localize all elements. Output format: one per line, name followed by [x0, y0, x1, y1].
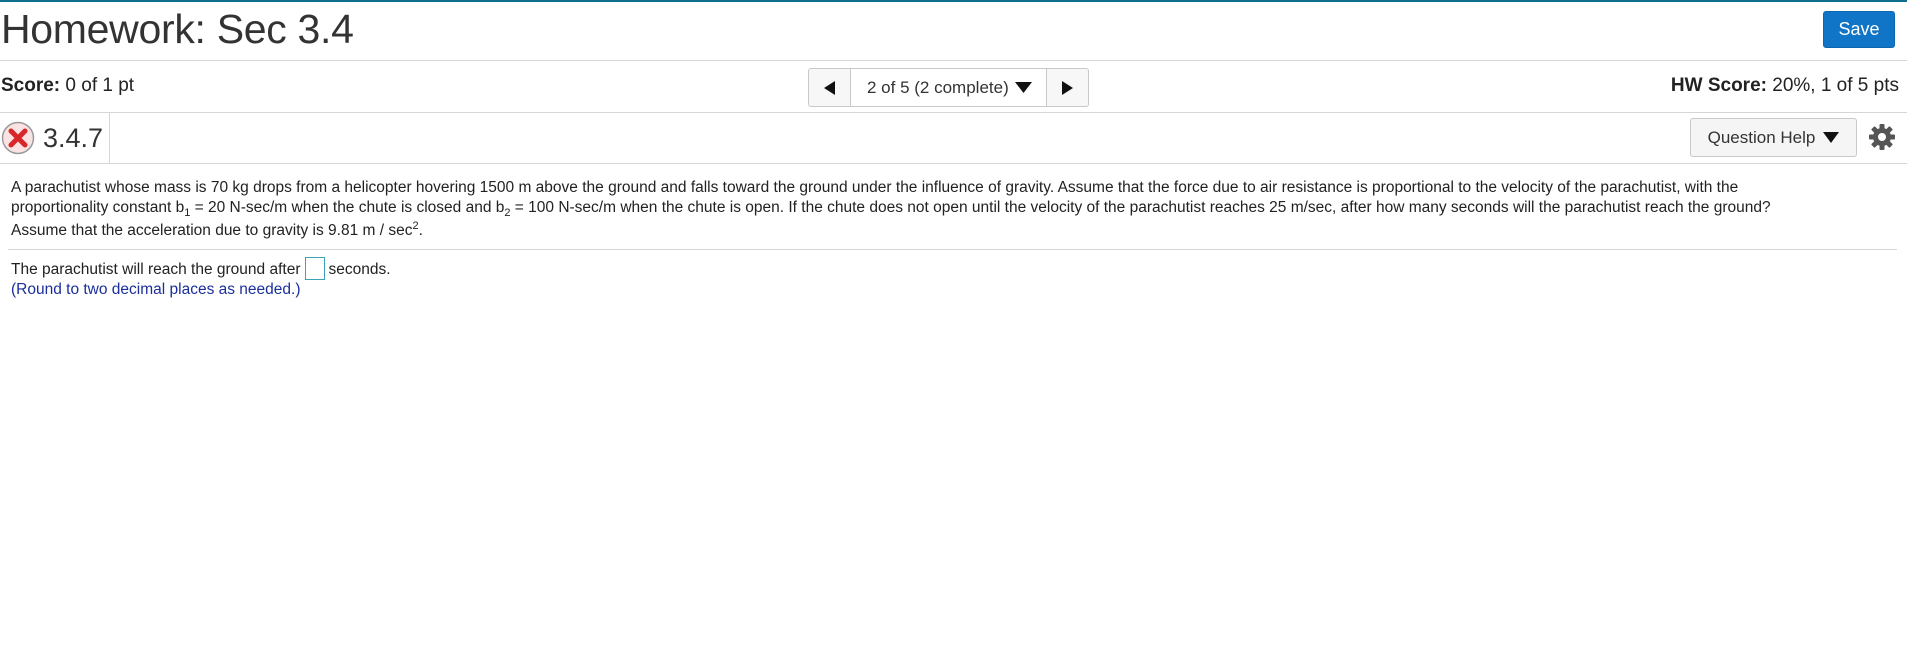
score-bar: Score: 0 of 1 pt 2 of 5 (2 complete) HW …: [0, 61, 1907, 113]
question-bar: 3.4.7 Question Help: [0, 113, 1907, 164]
question-text-segment: Assume that the acceleration due to grav…: [11, 222, 413, 239]
previous-question-button[interactable]: [809, 69, 851, 106]
question-text-segment: proportionality constant b: [11, 199, 185, 216]
question-position-label: 2 of 5 (2 complete): [867, 77, 1009, 97]
question-line: proportionality constant b1 = 20 N-sec/m…: [11, 198, 1897, 219]
question-text-segment: = 100 N-sec/m when the chute is open. If…: [510, 199, 1771, 216]
score: Score: 0 of 1 pt: [1, 75, 134, 97]
header: Homework: Sec 3.4 Save: [0, 2, 1907, 61]
divider: [109, 113, 110, 163]
answer-input[interactable]: [304, 257, 325, 280]
question-text-segment: = 20 N-sec/m when the chute is closed an…: [190, 199, 505, 216]
question-line: Assume that the acceleration due to grav…: [11, 220, 1897, 241]
question-text-segment: A parachutist whose mass is 70 kg drops …: [11, 179, 1739, 196]
question-help-button[interactable]: Question Help: [1690, 118, 1857, 157]
question-text-segment: .: [418, 222, 423, 239]
answer-prefix: The parachutist will reach the ground af…: [11, 261, 301, 279]
caret-down-icon: [1014, 82, 1032, 93]
caret-down-icon: [1823, 132, 1840, 143]
answer-line: The parachutist will reach the ground af…: [11, 257, 1896, 280]
hw-score: HW Score: 20%, 1 of 5 pts: [1671, 75, 1899, 97]
question-line: A parachutist whose mass is 70 kg drops …: [11, 178, 1897, 198]
answer-area: The parachutist will reach the ground af…: [0, 250, 1907, 300]
triangle-right-icon: [1062, 80, 1074, 95]
score-label: Score:: [1, 75, 61, 96]
score-value: 0 of 1 pt: [65, 75, 135, 96]
hw-score-value: 20%, 1 of 5 pts: [1772, 75, 1899, 96]
question-navigator: 2 of 5 (2 complete): [808, 68, 1089, 107]
triangle-left-icon: [823, 80, 835, 95]
question-select-dropdown[interactable]: 2 of 5 (2 complete): [851, 69, 1046, 106]
gear-icon[interactable]: [1868, 123, 1896, 151]
answer-suffix: seconds.: [328, 261, 391, 279]
rounding-hint: (Round to two decimal places as needed.): [11, 281, 301, 299]
save-button[interactable]: Save: [1823, 11, 1895, 48]
question-help-label: Question Help: [1707, 127, 1816, 147]
question-text: A parachutist whose mass is 70 kg drops …: [0, 164, 1907, 241]
incorrect-x-icon: [1, 121, 35, 155]
hw-score-label: HW Score:: [1670, 75, 1767, 96]
page-title: Homework: Sec 3.4: [1, 6, 354, 52]
question-number: 3.4.7: [43, 123, 104, 153]
next-question-button[interactable]: [1045, 69, 1088, 106]
